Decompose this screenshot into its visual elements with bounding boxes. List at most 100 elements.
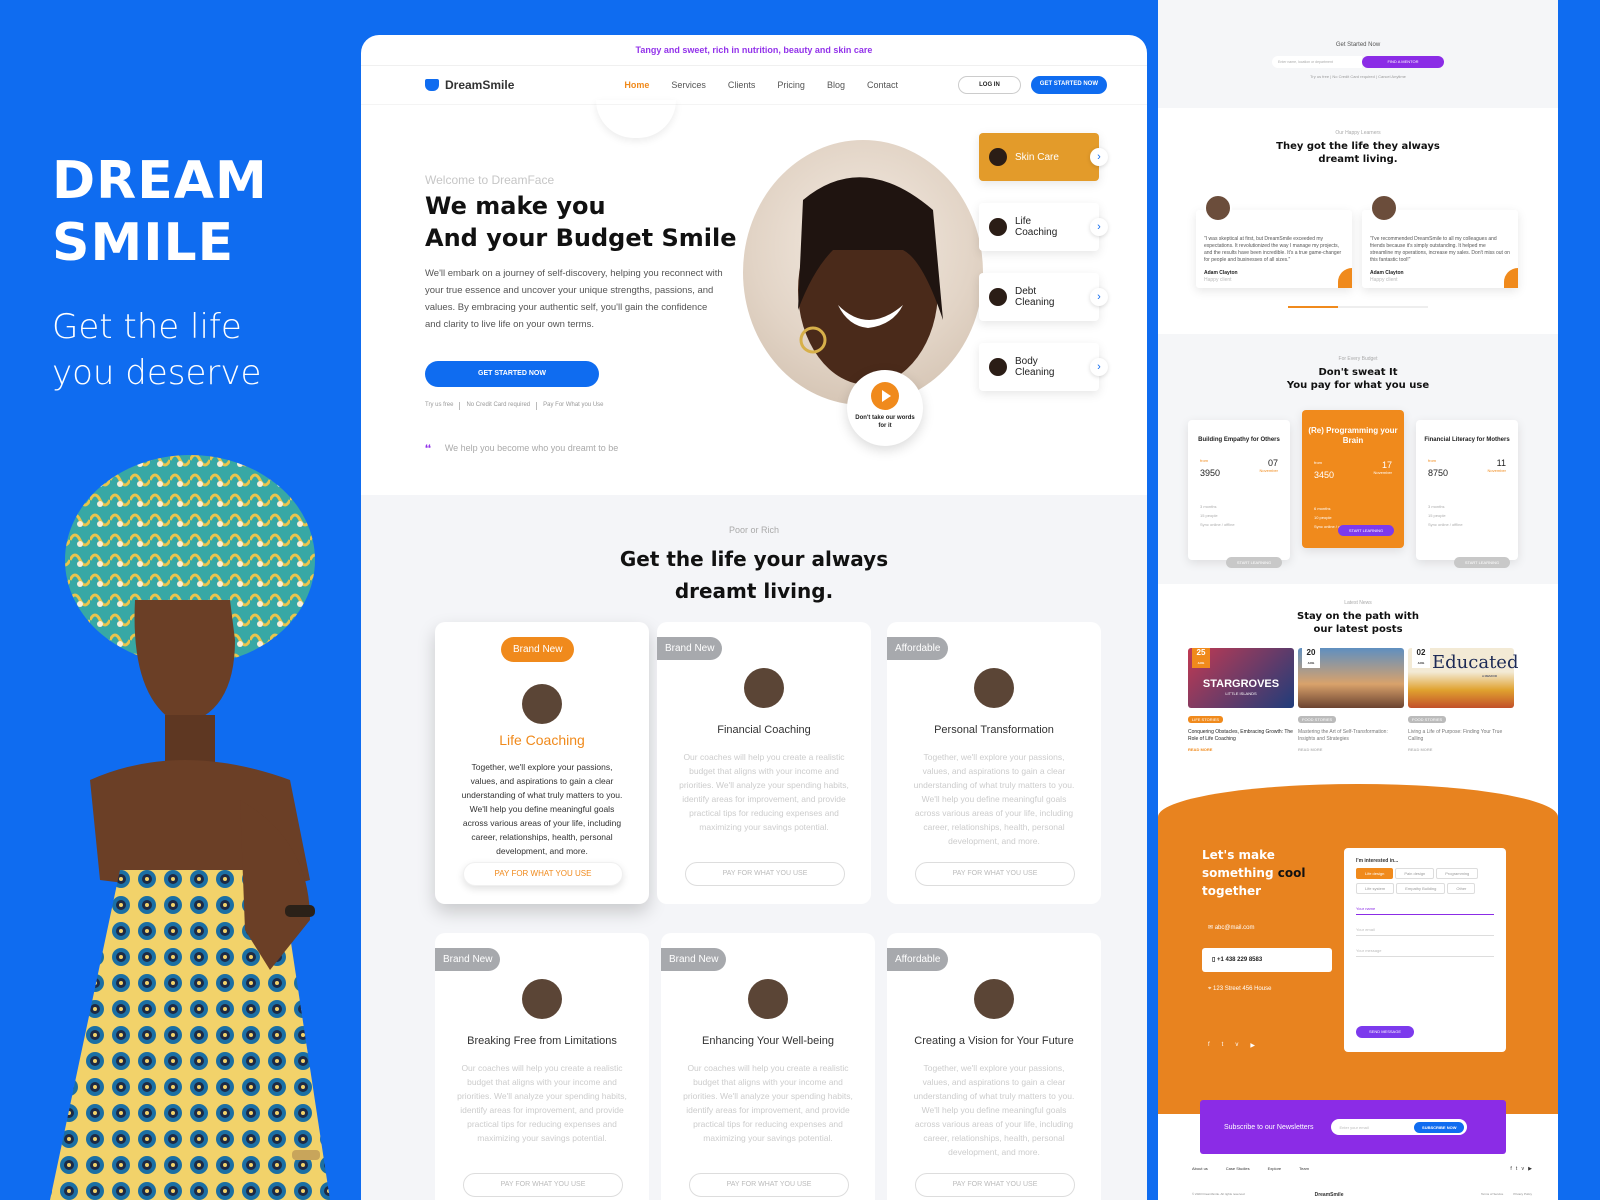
model-photo <box>50 455 330 1200</box>
carousel-indicator <box>1288 306 1428 308</box>
hero-get-started-button[interactable]: GET STARTED NOW <box>425 361 599 387</box>
post-tag: LIFE STORIES <box>1188 716 1224 723</box>
service-card[interactable]: Brand New Enhancing Your Well-being Our … <box>661 933 875 1200</box>
trial-notes: Try us free No Credit Card required Pay … <box>425 402 604 410</box>
status-badge: Brand New <box>501 637 575 662</box>
nav-pricing[interactable]: Pricing <box>777 80 805 90</box>
status-badge: Brand New <box>661 948 727 971</box>
service-card[interactable]: Affordable Creating a Vision for Your Fu… <box>887 933 1101 1200</box>
email-field[interactable]: Your email <box>1356 927 1494 936</box>
chevron-right-icon[interactable]: › <box>1090 218 1108 236</box>
testimonial-card: "I was skeptical at first, but DreamSmil… <box>1196 194 1352 288</box>
pricing-plan[interactable]: Building Empathy for Others from 07 3950 N… <box>1188 420 1290 568</box>
nav-blog[interactable]: Blog <box>827 80 845 90</box>
nav-services[interactable]: Services <box>671 80 706 90</box>
logo[interactable]: DreamSmile <box>425 78 514 92</box>
mentor-search: Enter name, location or department FIND … <box>1158 56 1558 68</box>
post-image: 02 AUG Educated A MEMOIR <box>1408 648 1518 708</box>
section-eyebrow: Poor or Rich <box>728 525 780 535</box>
send-message-button[interactable]: SEND MESSAGE <box>1356 1026 1414 1038</box>
chip[interactable]: Pain design <box>1395 868 1435 879</box>
chip[interactable]: Life design <box>1356 868 1394 879</box>
read-more-link[interactable]: READ MORE <box>1298 747 1404 752</box>
read-more-link[interactable]: READ MORE <box>1408 747 1514 752</box>
hero-description: We'll embark on a journey of self-discov… <box>425 268 723 330</box>
status-badge: Affordable <box>887 637 949 660</box>
pay-button[interactable]: PAY FOR WHAT YOU USE <box>463 1173 623 1197</box>
message-field[interactable]: Your message <box>1356 948 1494 957</box>
trial-notes: Try us free | No Credit Card required | … <box>1310 74 1406 79</box>
avatar <box>748 979 788 1019</box>
status-badge: Brand New <box>435 948 501 971</box>
service-body-cleaning[interactable]: Body Cleaning <box>979 343 1099 391</box>
service-card[interactable]: Affordable Personal Transformation Toget… <box>887 622 1101 904</box>
post-tag: FOOD STORIES <box>1408 716 1447 723</box>
chevron-right-icon[interactable]: › <box>1090 288 1108 306</box>
start-learning-button[interactable]: START LEARNING <box>1338 525 1394 536</box>
contact-phone[interactable]: ▯ +1 438 229 8583 <box>1202 948 1332 972</box>
chip[interactable]: Empathy Building <box>1396 883 1446 894</box>
nav-clients[interactable]: Clients <box>728 80 756 90</box>
avatar <box>989 288 1007 306</box>
get-started-strip: Get Started Now Enter name, location or … <box>1158 0 1558 108</box>
video-play-button[interactable]: Don't take our words for it <box>847 370 923 446</box>
hero-section: Welcome to DreamFace We make you And you… <box>361 105 1147 495</box>
read-more-link[interactable]: READ MORE <box>1188 747 1294 752</box>
quote-icon: ❛❛ <box>425 443 431 453</box>
nav-contact[interactable]: Contact <box>867 80 898 90</box>
avatar <box>974 668 1014 708</box>
newsletter-input[interactable]: Enter your email SUBSCRIBE NOW <box>1331 1119 1468 1135</box>
service-card[interactable]: Brand New Financial Coaching Our coaches… <box>657 622 871 904</box>
avatar <box>989 148 1007 166</box>
avatar <box>522 979 562 1019</box>
service-life-coaching[interactable]: Life Coaching <box>979 203 1099 251</box>
find-mentor-button[interactable]: FIND A MENTOR <box>1362 56 1444 68</box>
pay-button[interactable]: PAY FOR WHAT YOU USE <box>463 862 623 886</box>
play-icon <box>871 382 899 410</box>
chip[interactable]: Programming <box>1436 868 1479 879</box>
service-skin-care[interactable]: Skin Care <box>979 133 1099 181</box>
nav-get-started-button[interactable]: GET STARTED NOW <box>1030 76 1107 94</box>
pricing-plan[interactable]: Financial Literacy for Mothers from 11 87… <box>1416 420 1518 568</box>
status-badge: Brand New <box>657 637 723 660</box>
mentor-search-input[interactable]: Enter name, location or department <box>1272 56 1362 68</box>
service-debt-cleaning[interactable]: Debt Cleaning <box>979 273 1099 321</box>
subscribe-button[interactable]: SUBSCRIBE NOW <box>1414 1121 1465 1133</box>
contact-email[interactable]: ✉ abc@mail.com <box>1208 924 1254 931</box>
start-learning-button[interactable]: START LEARNING <box>1454 557 1510 568</box>
chevron-right-icon[interactable]: › <box>1090 148 1108 166</box>
landing-page-mockup: Tangy and sweet, rich in nutrition, beau… <box>361 35 1147 1200</box>
blog-post[interactable]: 20 AUG FOOD STORIES Mastering the Art of … <box>1298 648 1404 752</box>
social-links: f t v ▶ <box>1208 1042 1255 1049</box>
chip[interactable]: Other <box>1447 883 1476 894</box>
navbar: DreamSmile Home Services Clients Pricing… <box>361 65 1147 105</box>
pay-button[interactable]: PAY FOR WHAT YOU USE <box>915 1173 1075 1197</box>
brand-panel: DREAM SMILE Get the life you deserve <box>52 150 268 396</box>
start-learning-button[interactable]: START LEARNING <box>1226 557 1282 568</box>
pay-button[interactable]: PAY FOR WHAT YOU USE <box>915 862 1075 886</box>
blog-post[interactable]: 02 AUG Educated A MEMOIR FOOD STORIES Liv… <box>1408 648 1518 752</box>
learners-title: They got the life they always dreamt liv… <box>1276 141 1440 165</box>
twitter-icon[interactable]: t <box>1222 1042 1224 1049</box>
vimeo-icon[interactable]: v <box>1235 1042 1238 1049</box>
pay-button[interactable]: PAY FOR WHAT YOU USE <box>689 1173 849 1197</box>
login-button[interactable]: LOG IN <box>958 76 1021 94</box>
facebook-icon[interactable]: f <box>1208 1042 1210 1049</box>
service-card[interactable]: Brand New Life Coaching Together, we'll … <box>435 622 649 904</box>
section-title: Get the life your always dreamt living. <box>619 547 889 603</box>
chevron-right-icon[interactable]: › <box>1090 358 1108 376</box>
name-field[interactable]: Your name <box>1356 906 1494 915</box>
blog-post[interactable]: 25 AUG STARGROVES LITTLE ISLANDS LIFE STO… <box>1188 648 1294 752</box>
smiling-woman-image <box>798 177 943 385</box>
pay-button[interactable]: PAY FOR WHAT YOU USE <box>685 862 845 886</box>
service-card[interactable]: Brand New Breaking Free from Limitations… <box>435 933 649 1200</box>
footer-links: About us Case Studies Explore Team f t v ▶ <box>1192 1166 1532 1172</box>
decorative-circle <box>596 100 676 138</box>
chip[interactable]: Life system <box>1356 883 1395 894</box>
hero-portrait <box>743 140 983 405</box>
tooth-logo-icon <box>425 79 439 91</box>
nav-home[interactable]: Home <box>624 80 649 90</box>
pricing-plan[interactable]: (Re) Programming your Brain from 17 3450 N… <box>1302 410 1404 548</box>
avatar <box>744 668 784 708</box>
youtube-icon[interactable]: ▶ <box>1250 1042 1255 1049</box>
